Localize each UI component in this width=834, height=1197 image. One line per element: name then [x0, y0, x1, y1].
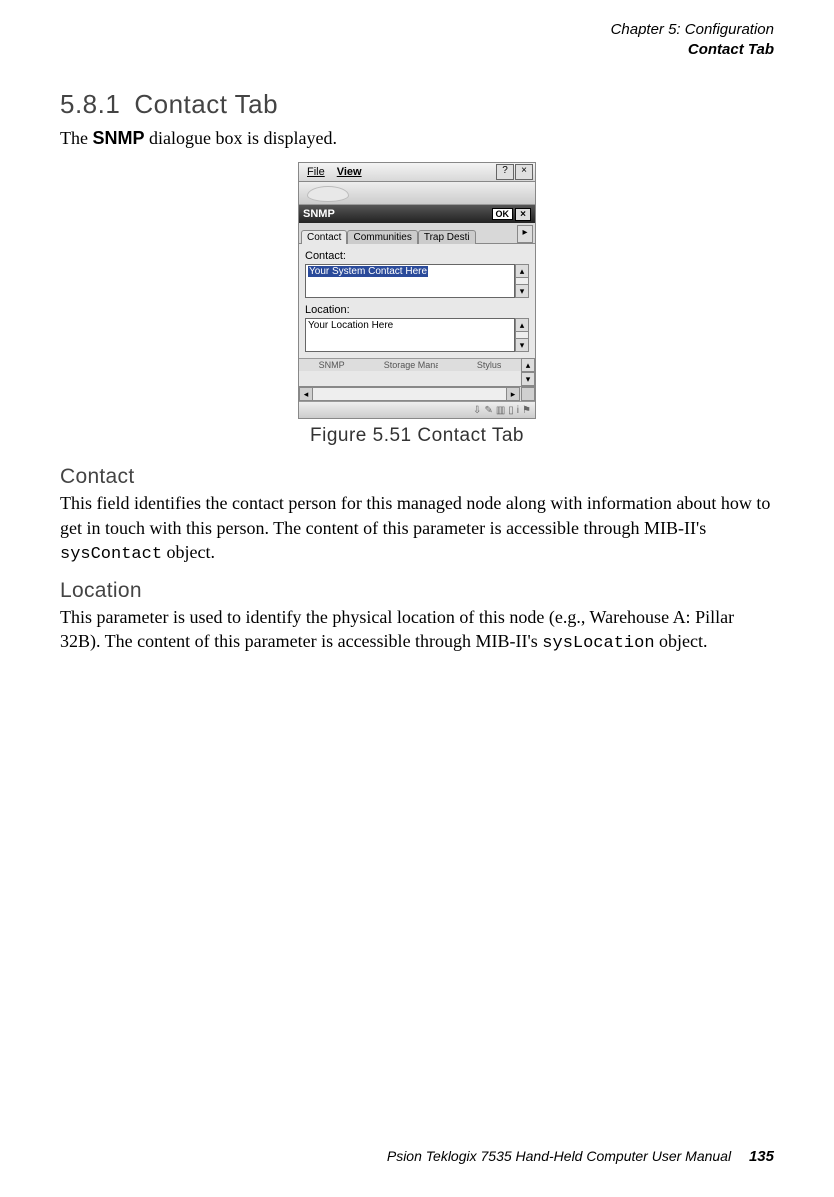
section-number: 5.8.1 — [60, 89, 120, 119]
main-vscroll[interactable]: ▴ ▾ — [521, 358, 535, 386]
scroll-down-icon[interactable]: ▾ — [515, 338, 529, 352]
contact-label: Contact: — [305, 250, 529, 262]
location-paragraph: This parameter is used to identify the p… — [60, 605, 774, 656]
desktop-icon-row: SNMP Storage Manager Stylus — [299, 358, 521, 371]
dialog-title: SNMP — [303, 208, 335, 220]
help-button[interactable]: ? — [496, 164, 514, 180]
contact-body-pre: This field identifies the contact person… — [60, 493, 770, 537]
page-number: 135 — [749, 1148, 774, 1165]
scroll-up-icon[interactable]: ▴ — [515, 318, 529, 332]
close-button[interactable]: × — [515, 164, 533, 180]
tab-contact[interactable]: Contact — [301, 230, 347, 244]
figure-wrap: File View ? × SNMP OK × Contact Communit… — [60, 162, 774, 419]
status-icon: ▯ — [508, 405, 514, 416]
menu-file[interactable]: File — [301, 166, 331, 178]
status-icon: ⇩ — [473, 405, 481, 416]
subhead-location: Location — [60, 579, 774, 603]
location-input-value: Your Location Here — [308, 320, 393, 331]
header-section: Contact Tab — [60, 40, 774, 60]
scroll-up-icon[interactable]: ▴ — [515, 264, 529, 278]
contact-code: sysContact — [60, 545, 162, 564]
device-screenshot: File View ? × SNMP OK × Contact Communit… — [298, 162, 536, 419]
scroll-down-icon[interactable]: ▾ — [521, 372, 535, 386]
figure-caption: Figure 5.51 Contact Tab — [60, 425, 774, 447]
tab-row: Contact Communities Trap Desti ▸ — [299, 223, 535, 244]
desktop-icon-stylus[interactable]: Stylus — [477, 360, 502, 370]
header-chapter: Chapter 5: Configuration — [60, 20, 774, 40]
scroll-up-icon[interactable]: ▴ — [521, 358, 535, 372]
section-title: Contact Tab — [134, 89, 278, 119]
footer-text: Psion Teklogix 7535 Hand-Held Computer U… — [387, 1148, 731, 1164]
contact-body-post: object. — [162, 542, 215, 562]
section-heading: 5.8.1 Contact Tab — [60, 89, 774, 120]
tab-communities[interactable]: Communities — [347, 230, 417, 244]
intro-pre: The — [60, 128, 92, 148]
contact-scrollbar[interactable]: ▴ ▾ — [515, 264, 529, 298]
windows-logo-area — [299, 182, 535, 205]
desktop-icon-snmp[interactable]: SNMP — [319, 360, 345, 370]
tab-trap-destinations[interactable]: Trap Desti — [418, 230, 476, 244]
scroll-right-icon[interactable]: ▸ — [506, 387, 520, 401]
footer: Psion Teklogix 7535 Hand-Held Computer U… — [387, 1148, 774, 1165]
scroll-down-icon[interactable]: ▾ — [515, 284, 529, 298]
scroll-left-icon[interactable]: ◂ — [299, 387, 313, 401]
location-body-post: object. — [655, 631, 708, 651]
status-icon: ▥ — [496, 405, 505, 416]
menu-view[interactable]: View — [331, 166, 368, 178]
location-code: sysLocation — [542, 634, 654, 653]
intro-paragraph: The SNMP dialogue box is displayed. — [60, 126, 774, 150]
running-header: Chapter 5: Configuration Contact Tab — [60, 20, 774, 59]
contact-input-value: Your System Contact Here — [308, 266, 428, 277]
status-icon: ⚑ — [522, 405, 531, 416]
tab-scroll-right[interactable]: ▸ — [517, 225, 533, 243]
dialog-panel: Contact: Your System Contact Here ▴ ▾ Lo… — [299, 244, 535, 358]
location-scrollbar[interactable]: ▴ ▾ — [515, 318, 529, 352]
resize-grip[interactable] — [521, 387, 535, 401]
location-input[interactable]: Your Location Here — [305, 318, 515, 352]
desktop-icon-storage[interactable]: Storage Manager — [384, 360, 438, 370]
status-bar: ⇩ ✎ ▥ ▯ i ⚑ — [299, 401, 535, 418]
dialog-titlebar: SNMP OK × — [299, 205, 535, 223]
ok-button[interactable]: OK — [492, 208, 514, 220]
menubar: File View ? × — [299, 163, 535, 182]
status-icon: ✎ — [484, 405, 492, 416]
dialog-close-button[interactable]: × — [515, 208, 531, 221]
menu-view-label: View — [337, 166, 362, 178]
subhead-contact: Contact — [60, 465, 774, 489]
status-icon: i — [517, 405, 519, 416]
main-hscroll[interactable]: ◂ ▸ — [299, 386, 535, 401]
location-label: Location: — [305, 304, 529, 316]
menu-file-label: File — [307, 166, 325, 178]
intro-bold: SNMP — [92, 128, 144, 148]
contact-paragraph: This field identifies the contact person… — [60, 491, 774, 567]
intro-post: dialogue box is displayed. — [145, 128, 337, 148]
contact-input[interactable]: Your System Contact Here — [305, 264, 515, 298]
